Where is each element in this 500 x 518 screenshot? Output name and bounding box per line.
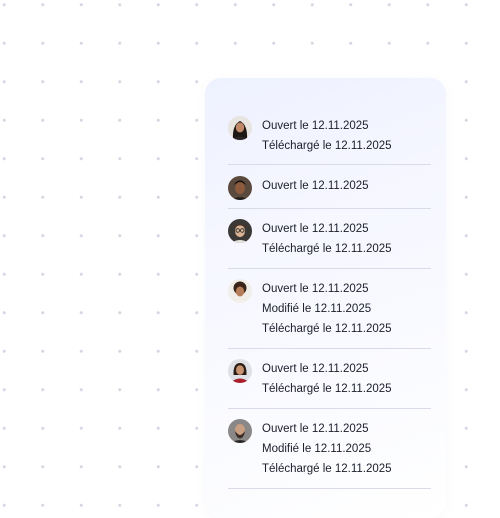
- modified-date: Modifié le 12.11.2025: [262, 303, 372, 315]
- man-glasses-avatar: [228, 219, 252, 243]
- downloaded-date: Téléchargé le 12.11.2025: [262, 463, 392, 475]
- man-beard-avatar: [228, 419, 252, 443]
- divider: [228, 164, 431, 165]
- downloaded-date: Téléchargé le 12.11.2025: [262, 323, 392, 335]
- modified-date: Modifié le 12.11.2025: [262, 443, 372, 455]
- divider: [228, 208, 431, 209]
- opened-date: Ouvert le 12.11.2025: [262, 223, 369, 235]
- downloaded-date: Téléchargé le 12.11.2025: [262, 140, 392, 152]
- downloaded-date: Téléchargé le 12.11.2025: [262, 243, 392, 255]
- woman-dark-hair-avatar: [228, 116, 252, 140]
- man-short-hair-avatar: [228, 176, 252, 200]
- opened-date: Ouvert le 12.11.2025: [262, 120, 369, 132]
- activity-panel: Ouvert le 12.11.2025 Téléchargé le 12.11…: [205, 78, 446, 518]
- opened-date: Ouvert le 12.11.2025: [262, 423, 369, 435]
- downloaded-date: Téléchargé le 12.11.2025: [262, 383, 392, 395]
- divider: [228, 348, 431, 349]
- woman-red-top-avatar: [228, 359, 252, 383]
- divider: [228, 488, 431, 489]
- opened-date: Ouvert le 12.11.2025: [262, 180, 369, 192]
- woman-curly-hair-avatar: [228, 279, 252, 303]
- opened-date: Ouvert le 12.11.2025: [262, 283, 369, 295]
- divider: [228, 408, 431, 409]
- divider: [228, 268, 431, 269]
- opened-date: Ouvert le 12.11.2025: [262, 363, 369, 375]
